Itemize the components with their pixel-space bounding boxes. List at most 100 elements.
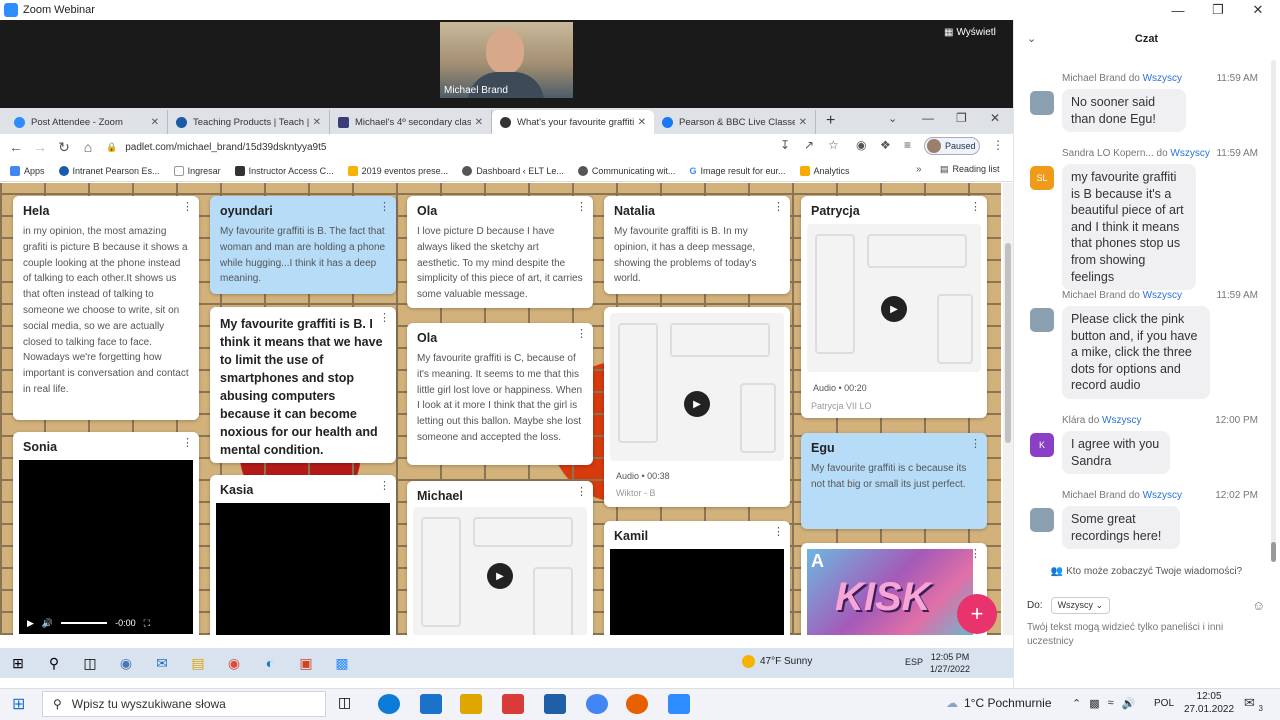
close-tab-icon[interactable]: ✕ (151, 117, 159, 128)
profile-paused-button[interactable]: Paused (924, 137, 980, 155)
bookmark-item[interactable]: Communicating wit... (577, 165, 675, 176)
chrome-icon[interactable]: ◉ (216, 655, 252, 672)
audio-artwork[interactable]: ▶ (413, 507, 587, 635)
bookmark-item[interactable]: G Image result for eur... (689, 166, 785, 176)
url-field[interactable]: 🔒 padlet.com/michael_brand/15d39dskntyya… (106, 138, 766, 156)
post-card-wiktor[interactable]: ⋮ ▶ Audio • 00:38 Wiktor - B (604, 307, 790, 507)
bookmark-item[interactable]: Ingresar (173, 165, 221, 176)
taskbar-clock[interactable]: 12:05 27.01.2022 (1184, 690, 1234, 716)
browser-close-button[interactable]: ✕ (990, 111, 1000, 125)
shared-language[interactable]: ESP (905, 657, 923, 667)
network-icon[interactable]: ▩ (1089, 697, 1099, 710)
file-explorer-icon[interactable]: ▤ (180, 655, 216, 672)
taskbar-search-input[interactable]: ⚲ Wpisz tu wyszukiwane słowa (42, 691, 326, 717)
language-indicator[interactable]: POL (1154, 698, 1174, 709)
view-button[interactable]: ▦ Wyświetl (944, 27, 996, 38)
wifi-icon[interactable]: ≈ (1108, 697, 1114, 710)
reload-icon[interactable]: ↻ (52, 139, 76, 156)
maximize-button[interactable]: ❐ (1198, 0, 1238, 20)
close-tab-icon[interactable]: ✕ (638, 117, 646, 128)
extension-icon[interactable]: ◉ (856, 138, 866, 152)
edge-icon[interactable]: ◐ (252, 655, 288, 671)
post-menu-icon[interactable]: ⋮ (576, 485, 587, 498)
post-menu-icon[interactable]: ⋮ (970, 437, 981, 450)
browser-tab-active[interactable]: What's your favourite graffiti ✕ (492, 110, 654, 134)
post-menu-icon[interactable]: ⋮ (182, 436, 193, 449)
post-card-kamil[interactable]: Kamil ⋮ (604, 521, 790, 635)
browser-tab[interactable]: Post Attendee - Zoom ✕ (6, 110, 168, 134)
puzzle-icon[interactable]: ❖ (880, 138, 891, 152)
audio-artwork[interactable]: ▶ (807, 224, 981, 372)
add-post-button[interactable]: + (957, 594, 997, 634)
reading-list-button[interactable]: ▤ Reading list (940, 164, 1000, 175)
reading-list-icon[interactable]: ≡ (904, 138, 911, 152)
post-card-michael[interactable]: Michael ⋮ ▶ (407, 481, 593, 635)
chevron-down-icon[interactable]: ⌄ (1027, 32, 1036, 45)
more-bookmarks-icon[interactable]: » (916, 164, 922, 175)
chevron-up-icon[interactable]: ⌃ (1072, 697, 1081, 710)
post-menu-icon[interactable]: ⋮ (379, 311, 390, 324)
video-player[interactable] (216, 503, 390, 635)
home-icon[interactable]: ⌂ (76, 139, 100, 155)
recipient-select[interactable]: Wszyscy ⌄ (1050, 597, 1111, 614)
post-card-sonia[interactable]: Sonia ⋮ ▶ 🔊 -0:00 ⛶ (13, 432, 199, 635)
post-card-natalia[interactable]: Natalia ⋮ My favourite graffiti is B. In… (604, 196, 790, 294)
post-menu-icon[interactable]: ⋮ (576, 200, 587, 213)
task-view-icon[interactable]: ◫ (338, 694, 351, 711)
post-card-hela[interactable]: Hela ⋮ in my opinion, the most amazing g… (13, 196, 199, 420)
emoji-icon[interactable]: ☺ (1252, 598, 1265, 613)
firefox-icon[interactable] (626, 694, 648, 714)
install-icon[interactable]: ↧ (780, 138, 790, 152)
tab-search-icon[interactable]: ⌄ (888, 112, 897, 125)
new-tab-button[interactable]: + (816, 112, 845, 134)
video-player[interactable] (610, 549, 784, 635)
video-player[interactable]: ▶ 🔊 -0:00 ⛶ (19, 460, 193, 634)
play-icon[interactable]: ▶ (881, 296, 907, 322)
windows-start-icon[interactable]: ⊞ (0, 655, 36, 672)
windows-start-icon[interactable]: ⊞ (12, 694, 25, 714)
forward-icon[interactable]: → (28, 139, 52, 155)
gift-icon[interactable] (502, 694, 524, 714)
post-menu-icon[interactable]: ⋮ (970, 200, 981, 213)
shared-weather[interactable]: 47°F Sunny (742, 655, 812, 668)
speaker-video[interactable]: Michael Brand (440, 22, 573, 98)
shared-clock[interactable]: 12:05 PM 1/27/2022 (930, 651, 970, 675)
back-icon[interactable]: ← (4, 139, 28, 155)
post-menu-icon[interactable]: ⋮ (379, 479, 390, 492)
notification-center-button[interactable]: ✉ 3 (1244, 695, 1263, 713)
browser-minimize-button[interactable]: — (922, 111, 934, 125)
post-card-egu[interactable]: Egu ⋮ My favourite graffiti is c because… (801, 433, 987, 529)
close-tab-icon[interactable]: ✕ (799, 117, 807, 128)
volume-icon[interactable]: 🔊 (1122, 697, 1136, 710)
task-view-icon[interactable]: ◫ (72, 655, 108, 672)
post-menu-icon[interactable]: ⋮ (379, 200, 390, 213)
padlet-scrollbar[interactable] (1003, 183, 1013, 635)
zoom-icon[interactable]: ▩ (324, 655, 360, 672)
bookmark-item[interactable]: Analytics (799, 165, 850, 176)
bookmark-item[interactable]: Apps (10, 165, 45, 176)
mail-icon[interactable]: ✉ (144, 655, 180, 672)
chrome-icon[interactable] (586, 694, 608, 714)
post-menu-icon[interactable]: ⋮ (576, 327, 587, 340)
store-icon[interactable] (544, 694, 566, 714)
post-card-ola-1[interactable]: Ola ⋮ I love picture D because I have al… (407, 196, 593, 308)
chat-scrollbar[interactable] (1271, 60, 1276, 562)
play-icon[interactable]: ▶ (27, 618, 34, 629)
close-button[interactable]: ✕ (1238, 0, 1278, 20)
play-icon[interactable]: ▶ (487, 563, 513, 589)
mail-icon[interactable] (420, 694, 442, 714)
minimize-button[interactable]: — (1158, 0, 1198, 20)
audio-artwork[interactable]: ▶ (610, 313, 784, 461)
app-icon[interactable]: ◉ (108, 655, 144, 672)
close-tab-icon[interactable]: ✕ (313, 117, 321, 128)
post-card-oyundari[interactable]: oyundari ⋮ My favourite graffiti is B. T… (210, 196, 396, 294)
volume-icon[interactable]: 🔊 (42, 618, 53, 629)
browser-tab[interactable]: Michael's 4º secondary class ✕ (330, 110, 492, 134)
bookmark-item[interactable]: Instructor Access C... (234, 165, 334, 176)
close-tab-icon[interactable]: ✕ (475, 117, 483, 128)
taskbar-weather[interactable]: ☁ 1°C Pochmurnie (946, 696, 1052, 710)
zoom-icon[interactable] (668, 694, 690, 714)
chat-input-placeholder[interactable]: Twój tekst mogą widzieć tylko paneliści … (1027, 621, 1267, 649)
bookmark-item[interactable]: Dashboard ‹ ELT Le... (462, 165, 564, 176)
share-icon[interactable]: ↗ (804, 138, 814, 152)
